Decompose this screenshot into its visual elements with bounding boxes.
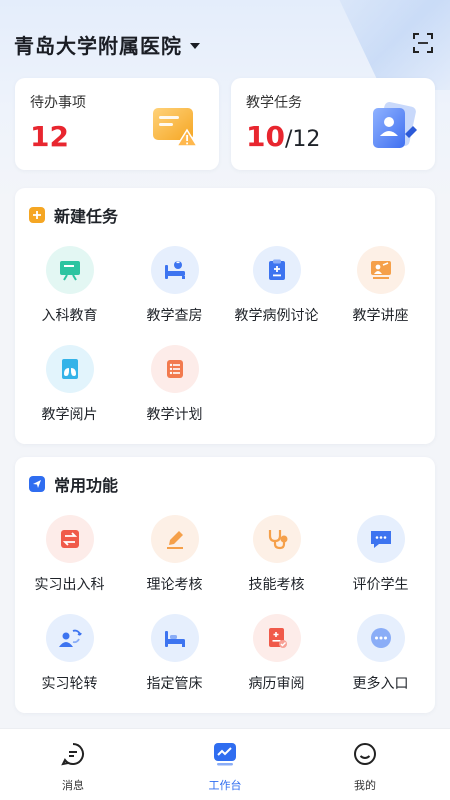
grid-item-label: 教学查房 [146, 308, 203, 324]
common-functions-header: 常用功能 [29, 472, 118, 496]
new-task-section: 新建任务 入科教育 教学查房 教学病例讨论 教学讲座 教学阅片 教学计划 [15, 188, 435, 444]
grid-item-gengduo-rukou[interactable]: 更多入口 [328, 614, 433, 704]
send-icon [29, 476, 45, 492]
grid-item-jiaoxue-jiangzuo[interactable]: 教学讲座 [328, 246, 433, 336]
teaching-task-total: /12 [284, 127, 321, 152]
todo-label: 待办事项 [30, 95, 86, 111]
workbench-icon [214, 743, 236, 766]
transfer-icon [45, 515, 94, 563]
grid-item-shixi-lunzhuan[interactable]: 实习轮转 [17, 614, 122, 704]
tab-workbench-label: 工作台 [208, 779, 242, 792]
todo-count-value: 12 [30, 120, 69, 153]
tab-workbench[interactable]: 工作台 [180, 741, 270, 793]
grid-item-label: 实习出入科 [34, 577, 105, 593]
new-task-header: 新建任务 [29, 203, 118, 227]
bed-icon [150, 614, 199, 662]
lecture-icon [356, 246, 405, 294]
todo-count: 12 [30, 120, 69, 153]
hospital-name: 青岛大学附属医院 [14, 34, 182, 58]
teacher-id-card-icon [373, 102, 417, 148]
todo-folder-icon [153, 108, 199, 147]
hospital-selector[interactable]: 青岛大学附属医院 [14, 30, 200, 59]
grid-item-label: 教学讲座 [352, 308, 409, 324]
rotation-users-icon [45, 614, 94, 662]
medical-record-icon [252, 614, 301, 662]
message-icon [61, 743, 84, 766]
bottom-tab-bar: 消息 工作台 我的 [0, 728, 450, 800]
teaching-task-count: 10/12 [246, 120, 320, 153]
grid-item-pingjia-xuesheng[interactable]: 评价学生 [328, 515, 433, 605]
grid-item-jiaoxue-yuepian[interactable]: 教学阅片 [17, 345, 122, 435]
more-icon [356, 614, 405, 662]
new-task-title: 新建任务 [54, 207, 119, 226]
teaching-task-card[interactable]: 教学任务 10/12 [231, 78, 435, 170]
top-bar: 青岛大学附属医院 [0, 22, 450, 66]
tab-messages[interactable]: 消息 [28, 741, 118, 793]
grid-item-label: 指定管床 [146, 676, 203, 692]
common-functions-title: 常用功能 [54, 476, 119, 495]
grid-item-label: 教学病例讨论 [234, 308, 319, 324]
caret-down-icon [190, 43, 200, 49]
grid-item-zhiding-guanchuang[interactable]: 指定管床 [122, 614, 227, 704]
common-functions-section: 常用功能 实习出入科 理论考核 技能考核 评价学生 实习轮转 指定管床 病历审阅… [15, 457, 435, 713]
grid-item-label: 评价学生 [352, 577, 409, 593]
plus-icon [29, 207, 45, 223]
lungs-film-icon [45, 345, 94, 393]
clipboard-plus-icon [252, 246, 301, 294]
grid-item-bingli-shenyue[interactable]: 病历审阅 [224, 614, 329, 704]
grid-item-label: 更多入口 [352, 676, 409, 692]
scan-button[interactable] [412, 32, 434, 54]
edit-paper-icon [150, 515, 199, 563]
grid-item-jiaoxue-jihua[interactable]: 教学计划 [122, 345, 227, 435]
smile-profile-icon [354, 743, 376, 765]
scan-icon [413, 33, 433, 53]
grid-item-ruke-jiaoyu[interactable]: 入科教育 [17, 246, 122, 336]
grid-item-label: 技能考核 [248, 577, 305, 593]
tab-mine[interactable]: 我的 [320, 741, 410, 793]
tab-mine-label: 我的 [354, 779, 376, 792]
grid-item-jiaoxue-chafang[interactable]: 教学查房 [122, 246, 227, 336]
grid-item-label: 病历审阅 [248, 676, 305, 692]
teaching-task-done: 10 [246, 120, 285, 153]
teaching-task-label: 教学任务 [246, 95, 302, 111]
grid-item-label: 理论考核 [146, 577, 203, 593]
whiteboard-icon [45, 246, 94, 294]
stethoscope-icon [252, 515, 301, 563]
grid-item-jineng-kaohe[interactable]: 技能考核 [224, 515, 329, 605]
grid-item-label: 入科教育 [41, 308, 98, 324]
grid-item-lilun-kaohe[interactable]: 理论考核 [122, 515, 227, 605]
tab-messages-label: 消息 [62, 779, 84, 792]
chat-bubble-icon [356, 515, 405, 563]
grid-item-label: 实习轮转 [41, 676, 98, 692]
grid-item-bingli-taolun[interactable]: 教学病例讨论 [224, 246, 329, 336]
plan-list-icon [150, 345, 199, 393]
grid-item-shixi-churuke[interactable]: 实习出入科 [17, 515, 122, 605]
grid-item-label: 教学计划 [146, 407, 203, 423]
hospital-bed-nurse-icon [150, 246, 199, 294]
todo-card[interactable]: 待办事项 12 [15, 78, 219, 170]
grid-item-label: 教学阅片 [41, 407, 98, 423]
